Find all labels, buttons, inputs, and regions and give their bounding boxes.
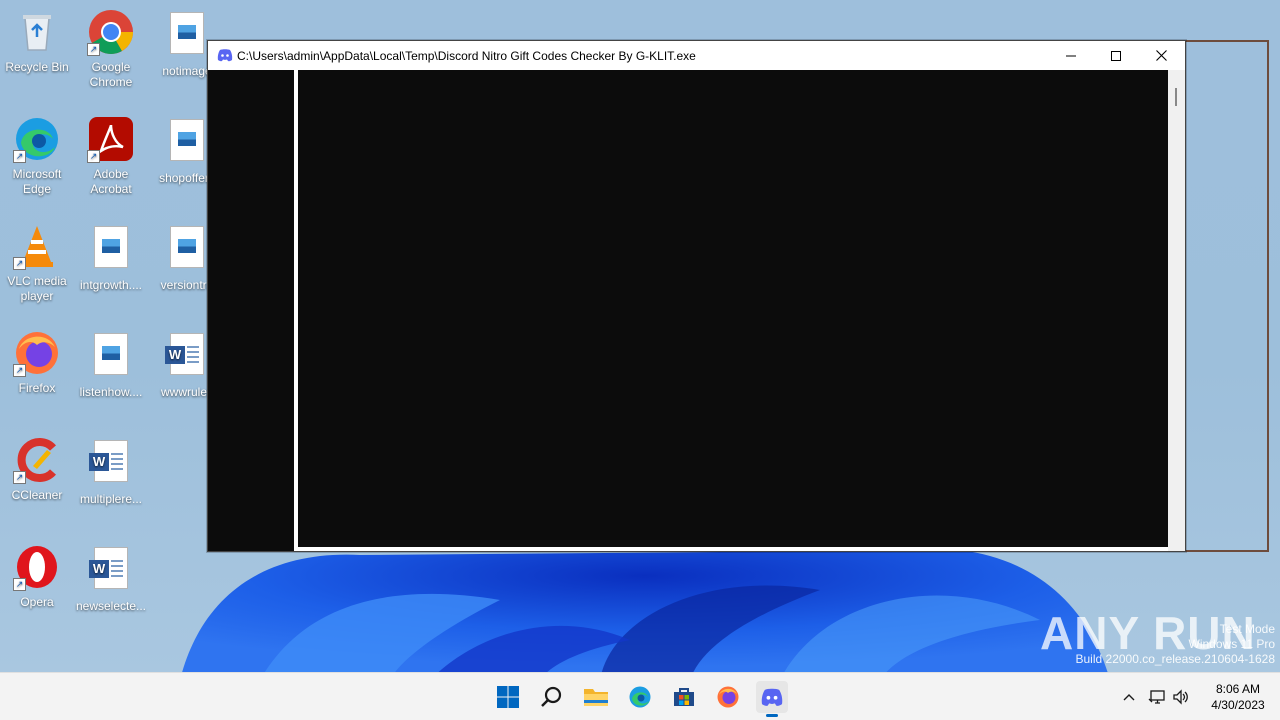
folder-icon xyxy=(584,689,608,706)
speaker-icon xyxy=(1173,689,1188,705)
desktop-icon-opera[interactable]: ↗ Opera xyxy=(0,543,74,610)
edge-taskbar-button[interactable] xyxy=(624,681,656,713)
edge-icon: ↗ xyxy=(13,115,61,163)
desktop-icon-vlc[interactable]: ↗ VLC media player xyxy=(0,222,74,304)
shortcut-arrow-icon: ↗ xyxy=(87,150,100,163)
opera-icon: ↗ xyxy=(13,543,61,591)
discord-taskbar-button[interactable] xyxy=(756,681,788,717)
shortcut-arrow-icon: ↗ xyxy=(13,578,26,591)
network-button[interactable] xyxy=(1144,681,1170,713)
desktop: Recycle Bin ↗ Microsoft Edge ↗ VLC media… xyxy=(0,0,1280,672)
chrome-icon: ↗ xyxy=(87,8,135,56)
search-icon xyxy=(541,686,562,707)
windows-start-icon xyxy=(497,686,519,708)
vlc-icon: ↗ xyxy=(13,222,61,270)
desktop-icon-ccleaner[interactable]: ↗ CCleaner xyxy=(0,436,74,503)
desktop-icon-firefox[interactable]: ↗ Firefox xyxy=(0,329,74,396)
desktop-icon-newselecte[interactable]: W newselecte... xyxy=(74,543,148,614)
network-icon xyxy=(1148,690,1165,704)
console-area-left xyxy=(208,70,294,551)
desktop-icon-recycle-bin[interactable]: Recycle Bin xyxy=(0,8,74,75)
word-doc-icon: W xyxy=(87,547,135,595)
desktop-icon-intgrowth[interactable]: intgrowth.... xyxy=(74,222,148,293)
image-file-icon xyxy=(163,226,211,274)
image-file-icon xyxy=(163,119,211,167)
shortcut-arrow-icon: ↗ xyxy=(87,43,100,56)
word-doc-icon: W xyxy=(163,333,211,381)
taskbar: 8:06 AM 4/30/2023 xyxy=(0,672,1280,720)
firefox-taskbar-button[interactable] xyxy=(712,681,744,713)
desktop-icon-microsoft-edge[interactable]: ↗ Microsoft Edge xyxy=(0,115,74,197)
minimize-icon xyxy=(1066,55,1076,56)
console-bottom-edge xyxy=(298,547,1168,551)
active-indicator xyxy=(766,714,778,717)
desktop-icon-listenhow[interactable]: listenhow.... xyxy=(74,329,148,400)
scrollbar-thumb[interactable] xyxy=(1175,88,1177,106)
tray-overflow-button[interactable] xyxy=(1114,681,1144,713)
word-doc-icon: W xyxy=(87,440,135,488)
start-button[interactable] xyxy=(492,681,524,713)
chevron-up-icon xyxy=(1123,694,1135,701)
store-icon xyxy=(674,688,694,706)
window-title: C:\Users\admin\AppData\Local\Temp\Discor… xyxy=(237,49,696,63)
close-icon xyxy=(1155,50,1167,61)
shortcut-arrow-icon: ↗ xyxy=(13,257,26,270)
recycle-bin-icon xyxy=(13,8,61,56)
clock-date: 4/30/2023 xyxy=(1211,698,1265,712)
os-edition-label: Windows 11 Pro xyxy=(1188,637,1275,651)
maximize-button[interactable] xyxy=(1093,41,1139,70)
firefox-icon: ↗ xyxy=(13,329,61,377)
maximize-icon xyxy=(1111,50,1121,61)
wallpaper-bloom xyxy=(182,550,1108,672)
shortcut-arrow-icon: ↗ xyxy=(13,364,26,377)
test-mode-label: Test Mode xyxy=(1219,622,1275,636)
image-file-icon xyxy=(163,12,211,60)
discord-icon xyxy=(761,688,783,706)
close-button[interactable] xyxy=(1138,41,1184,70)
test-mode-notice: Test Mode Windows 11 Pro Build 22000.co_… xyxy=(1076,622,1276,667)
shortcut-arrow-icon: ↗ xyxy=(13,471,26,484)
image-file-icon xyxy=(87,226,135,274)
console-output[interactable] xyxy=(298,70,1168,547)
edge-icon xyxy=(629,686,651,708)
console-scrollbar[interactable] xyxy=(1168,70,1185,551)
search-button[interactable] xyxy=(536,681,568,713)
volume-button[interactable] xyxy=(1168,681,1194,713)
desktop-icon-multiplere[interactable]: W multiplere... xyxy=(74,436,148,507)
shortcut-arrow-icon: ↗ xyxy=(13,150,26,163)
minimize-button[interactable] xyxy=(1048,41,1094,70)
window-titlebar[interactable]: C:\Users\admin\AppData\Local\Temp\Discor… xyxy=(208,41,1185,70)
desktop-icon-adobe-acrobat[interactable]: ↗ Adobe Acrobat xyxy=(74,115,148,197)
image-file-icon xyxy=(87,333,135,381)
clock-time: 8:06 AM xyxy=(1215,682,1261,696)
file-explorer-button[interactable] xyxy=(580,681,612,713)
console-window[interactable]: C:\Users\admin\AppData\Local\Temp\Discor… xyxy=(207,40,1186,552)
ccleaner-icon: ↗ xyxy=(13,436,61,484)
window-resize-outline xyxy=(1183,40,1269,552)
acrobat-icon: ↗ xyxy=(87,115,135,163)
firefox-icon xyxy=(717,686,739,708)
discord-icon xyxy=(217,48,233,62)
desktop-icon-google-chrome[interactable]: ↗ Google Chrome xyxy=(74,8,148,90)
build-label: Build 22000.co_release.210604-1628 xyxy=(1075,652,1276,666)
clock-button[interactable]: 8:06 AM 4/30/2023 xyxy=(1200,681,1276,713)
store-button[interactable] xyxy=(668,681,700,713)
